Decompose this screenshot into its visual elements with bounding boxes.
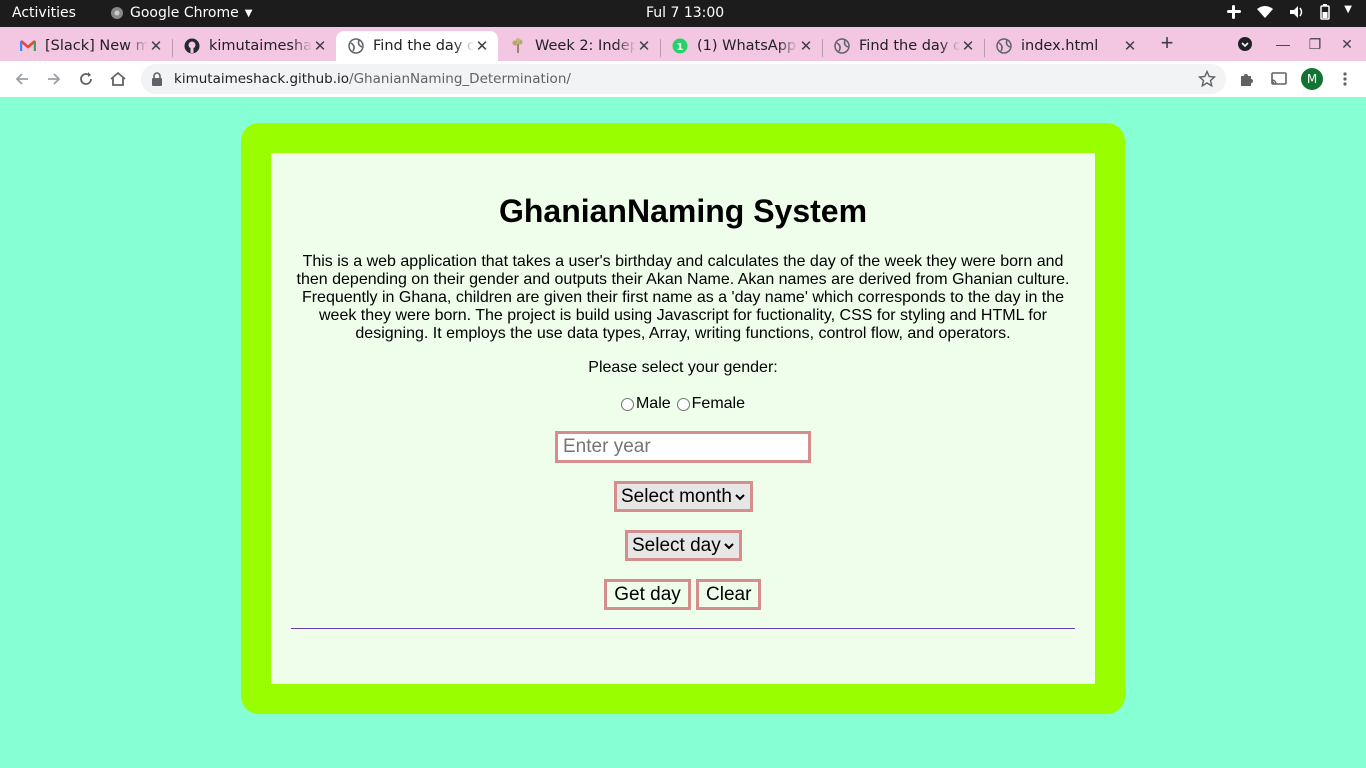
female-radio[interactable] [676,397,690,411]
restore-icon[interactable]: ❐ [1307,36,1323,52]
tab-title: Find the day of the week [859,38,960,54]
browser-toolbar: kimutaimeshack.github.io/GhanianNaming_D… [0,61,1366,98]
gmail-icon [20,38,36,54]
close-icon[interactable]: ✕ [1122,38,1138,54]
cast-icon[interactable] [1269,69,1289,89]
caret-down-icon: ▼ [244,7,253,19]
close-icon[interactable]: ✕ [798,38,814,54]
url-host: kimutaimeshack.github.io [174,71,350,87]
close-icon[interactable]: ✕ [636,38,652,54]
tab-title: (1) WhatsApp [697,38,797,54]
url-text[interactable]: kimutaimeshack.github.io/GhanianNaming_D… [174,71,571,87]
gender-prompt: Please select your gender: [588,359,778,376]
month-select-value: Select month [621,485,732,507]
activities-button[interactable]: Activities [12,5,76,21]
globe-icon [348,38,364,54]
app-panel: GhanianNaming System This is a web appli… [271,153,1095,684]
wifi-icon [1257,6,1274,18]
slack-tray-icon [1227,5,1242,19]
window-close-icon[interactable]: ✕ [1339,36,1355,52]
tab-title: kimutaimeshack [209,38,312,54]
year-input[interactable] [555,431,811,463]
extensions-puzzle-icon[interactable] [1237,69,1257,89]
day-select[interactable]: Select day [625,530,742,561]
address-bar[interactable]: kimutaimeshack.github.io/GhanianNaming_D… [141,64,1226,94]
tab-github[interactable]: kimutaimeshack ✕ [172,31,336,61]
url-path: /GhanianNaming_Determination/ [349,71,571,87]
tab-search-icon[interactable] [1237,36,1253,52]
app-menu[interactable]: Google Chrome ▼ [110,5,252,21]
bookmark-star-icon[interactable] [1198,70,1216,88]
system-menu-caret-icon: ▼ [1344,4,1352,15]
male-radio[interactable] [620,397,634,411]
tab-whatsapp[interactable]: 1 (1) WhatsApp ✕ [660,31,822,61]
forward-arrow-icon[interactable] [44,69,64,89]
gender-male-option[interactable]: Male [620,395,671,413]
app-menu-label: Google Chrome [130,5,239,21]
clock[interactable]: Ful 7 13:00 [646,5,724,21]
svg-text:1: 1 [677,42,684,53]
day-select-value: Select day [632,534,721,556]
gender-female-option[interactable]: Female [676,395,746,413]
reload-icon[interactable] [76,69,96,89]
close-icon[interactable]: ✕ [474,38,490,54]
female-label: Female [691,395,746,412]
tab-index-html[interactable]: index.html ✕ [984,31,1146,61]
tab-find-day-2[interactable]: Find the day of the week ✕ [822,31,984,61]
github-icon [184,38,200,54]
tab-slack[interactable]: [Slack] New message ✕ [8,31,172,61]
tab-find-day-active[interactable]: Find the day of the week ✕ [336,31,498,61]
close-icon[interactable]: ✕ [148,38,164,54]
chrome-icon [111,7,123,19]
chevron-down-icon [724,539,734,553]
globe-icon [996,38,1012,54]
tab-title: [Slack] New message [45,38,148,54]
get-day-button[interactable]: Get day [604,579,691,610]
tab-week2[interactable]: Week 2: Independent Project ✕ [498,31,660,61]
back-arrow-icon[interactable] [12,69,32,89]
app-frame: GhanianNaming System This is a web appli… [241,123,1125,714]
home-icon[interactable] [108,69,128,89]
minimize-icon[interactable]: — [1275,36,1291,52]
page-title: GhanianNaming System [498,193,868,229]
chevron-down-icon [735,490,745,504]
close-icon[interactable]: ✕ [960,38,976,54]
month-select[interactable]: Select month [614,481,753,512]
volume-icon [1290,6,1303,18]
system-top-bar: Activities Google Chrome ▼ Ful 7 13:00 ▼ [0,0,1366,27]
moringa-icon [510,38,526,54]
new-tab-plus-icon[interactable]: + [1157,32,1177,54]
battery-icon [1320,4,1331,20]
system-tray[interactable]: ▼ [1226,4,1352,20]
app-description: This is a web application that takes a u… [296,253,1070,342]
gender-radio-group: Male Female [271,395,1095,413]
tab-title: Week 2: Independent Project [535,38,636,54]
whatsapp-icon: 1 [672,38,688,54]
more-menu-icon[interactable] [1335,69,1355,89]
tab-title: index.html [1021,38,1099,54]
male-label: Male [635,395,671,412]
horizontal-rule [291,628,1075,629]
tab-title: Find the day of the week [373,38,474,54]
lock-icon[interactable] [151,72,163,86]
close-icon[interactable]: ✕ [312,38,328,54]
clear-button[interactable]: Clear [696,579,761,610]
globe-icon [834,38,850,54]
page-viewport: GhanianNaming System This is a web appli… [0,98,1366,768]
profile-avatar[interactable]: M [1301,68,1323,90]
